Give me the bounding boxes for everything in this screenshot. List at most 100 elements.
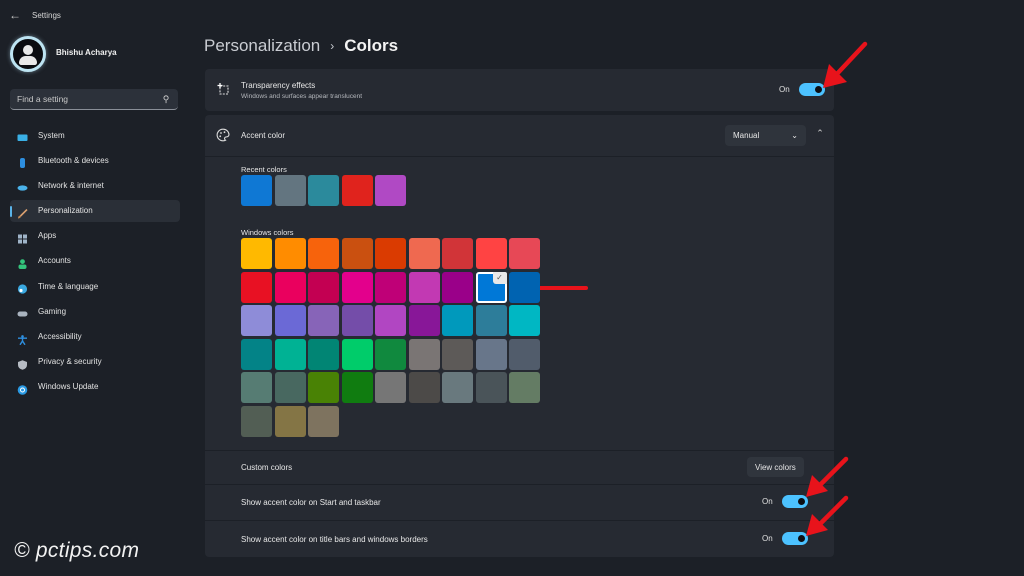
- windows-color-swatch[interactable]: [408, 372, 440, 403]
- accessibility-icon: [17, 332, 28, 345]
- windows-color-swatch[interactable]: [308, 271, 339, 303]
- sidebar-item-network-internet[interactable]: Network & internet: [10, 174, 180, 196]
- breadcrumb-parent[interactable]: Personalization: [204, 36, 320, 56]
- windows-color-swatch[interactable]: [341, 305, 373, 336]
- windows-color-swatch[interactable]: [408, 238, 440, 269]
- sidebar-item-accounts[interactable]: Accounts: [10, 250, 180, 272]
- sidebar-item-personalization[interactable]: Personalization: [10, 199, 180, 222]
- windows-color-swatch[interactable]: [375, 372, 406, 403]
- divider: [205, 450, 834, 451]
- chevron-up-icon[interactable]: ⌃: [813, 128, 827, 142]
- accent-color-title: Accent color: [241, 131, 286, 140]
- windows-color-swatch[interactable]: [274, 338, 306, 370]
- breadcrumb: Personalization › Colors: [204, 36, 398, 56]
- windows-color-swatch[interactable]: [308, 305, 339, 336]
- monitor-icon: [17, 130, 28, 141]
- windows-color-swatch[interactable]: [509, 338, 540, 370]
- recent-color-swatch[interactable]: [308, 175, 339, 206]
- windows-color-swatch[interactable]: [341, 271, 373, 303]
- windows-color-swatch[interactable]: [475, 372, 507, 403]
- windows-color-swatch[interactable]: [408, 305, 440, 336]
- sidebar-item-label: System: [38, 130, 65, 140]
- windows-color-swatch[interactable]: [509, 305, 540, 336]
- sidebar-item-accessibility[interactable]: Accessibility: [10, 326, 180, 348]
- windows-color-swatch[interactable]: [274, 271, 306, 303]
- sidebar-item-label: Personalization: [38, 206, 93, 216]
- sidebar-item-windows-update[interactable]: Windows Update: [10, 376, 180, 398]
- sidebar-item-gaming[interactable]: Gaming: [10, 300, 180, 322]
- windows-color-swatch[interactable]: [509, 372, 540, 403]
- windows-color-swatch[interactable]: [308, 372, 339, 403]
- windows-color-swatch[interactable]: [442, 271, 473, 303]
- title-bars-toggle[interactable]: [781, 532, 808, 545]
- view-colors-button[interactable]: View colors: [747, 457, 804, 477]
- palette-icon: [216, 128, 230, 142]
- windows-color-swatch[interactable]: [341, 372, 373, 403]
- windows-color-swatch[interactable]: [509, 271, 540, 303]
- windows-color-swatch[interactable]: [241, 305, 272, 336]
- sidebar-item-time-language[interactable]: Time & language: [10, 275, 180, 297]
- transparency-state-label: On: [779, 85, 790, 94]
- windows-color-swatch[interactable]: [241, 372, 272, 403]
- accent-mode-dropdown[interactable]: Manual ⌄: [725, 125, 806, 146]
- search-box[interactable]: ⚲: [10, 89, 178, 110]
- windows-color-swatch[interactable]: [274, 238, 306, 269]
- user-profile[interactable]: Bhishu Acharya: [10, 36, 117, 72]
- windows-color-swatch[interactable]: [375, 271, 406, 303]
- search-icon[interactable]: ⚲: [161, 94, 171, 104]
- windows-color-swatch[interactable]: [241, 238, 272, 269]
- sidebar-item-label: Privacy & security: [38, 357, 102, 367]
- windows-color-swatch[interactable]: [442, 372, 473, 403]
- accent-mode-value: Manual: [733, 131, 760, 140]
- windows-color-swatch[interactable]: [241, 338, 272, 370]
- sidebar-item-label: Time & language: [38, 281, 99, 291]
- recent-color-swatch[interactable]: [241, 175, 272, 206]
- windows-color-swatch[interactable]: [274, 372, 306, 403]
- sidebar-item-system[interactable]: System: [10, 124, 180, 146]
- sidebar-item-label: Network & internet: [38, 180, 104, 190]
- recent-color-swatch[interactable]: [274, 175, 306, 206]
- recent-color-swatch[interactable]: [341, 175, 373, 206]
- gamepad-icon: [17, 306, 28, 317]
- windows-color-swatch[interactable]: [475, 338, 507, 370]
- windows-color-swatch[interactable]: [274, 405, 306, 437]
- windows-color-swatch[interactable]: [308, 238, 339, 269]
- windows-color-swatch[interactable]: [375, 238, 406, 269]
- windows-color-swatch[interactable]: [509, 238, 540, 269]
- windows-color-swatch[interactable]: [408, 271, 440, 303]
- user-name: Bhishu Acharya: [56, 47, 117, 57]
- windows-color-swatch[interactable]: [241, 405, 272, 437]
- transparency-toggle[interactable]: [798, 83, 825, 96]
- recent-colors-label: Recent colors: [241, 165, 287, 174]
- windows-color-swatch[interactable]: [308, 338, 339, 370]
- windows-color-swatch[interactable]: [375, 338, 406, 370]
- sidebar-item-privacy-security[interactable]: Privacy & security: [10, 351, 180, 373]
- shield-icon: [17, 357, 28, 370]
- sidebar-item-bluetooth-devices[interactable]: Bluetooth & devices: [10, 149, 180, 171]
- divider: [205, 156, 834, 157]
- windows-color-swatch[interactable]: [442, 238, 473, 269]
- windows-color-swatch[interactable]: [241, 271, 272, 303]
- windows-color-swatch[interactable]: [308, 405, 339, 437]
- back-arrow-icon[interactable]: ←: [9, 8, 23, 22]
- sidebar-item-apps[interactable]: Apps: [10, 225, 180, 247]
- windows-color-swatch[interactable]: [442, 338, 473, 370]
- title-bar: ← Settings: [0, 0, 1024, 30]
- sidebar-item-label: Accounts: [38, 256, 71, 266]
- selected-color-swatch[interactable]: ✓: [475, 271, 507, 303]
- start-taskbar-label: Show accent color on Start and taskbar: [241, 498, 381, 507]
- search-input[interactable]: [17, 94, 161, 104]
- windows-color-swatch[interactable]: [341, 338, 373, 370]
- windows-color-swatch[interactable]: [408, 338, 440, 370]
- windows-color-swatch[interactable]: [274, 305, 306, 336]
- start-taskbar-toggle[interactable]: [781, 495, 808, 508]
- apps-icon: [17, 231, 28, 244]
- windows-color-swatch[interactable]: [442, 305, 473, 336]
- windows-color-swatch[interactable]: [475, 305, 507, 336]
- windows-color-swatch[interactable]: [375, 305, 406, 336]
- update-icon: [17, 382, 28, 395]
- recent-color-swatch[interactable]: [375, 175, 406, 206]
- windows-color-swatch[interactable]: [341, 238, 373, 269]
- wifi-icon: [17, 180, 28, 191]
- windows-color-swatch[interactable]: [475, 238, 507, 269]
